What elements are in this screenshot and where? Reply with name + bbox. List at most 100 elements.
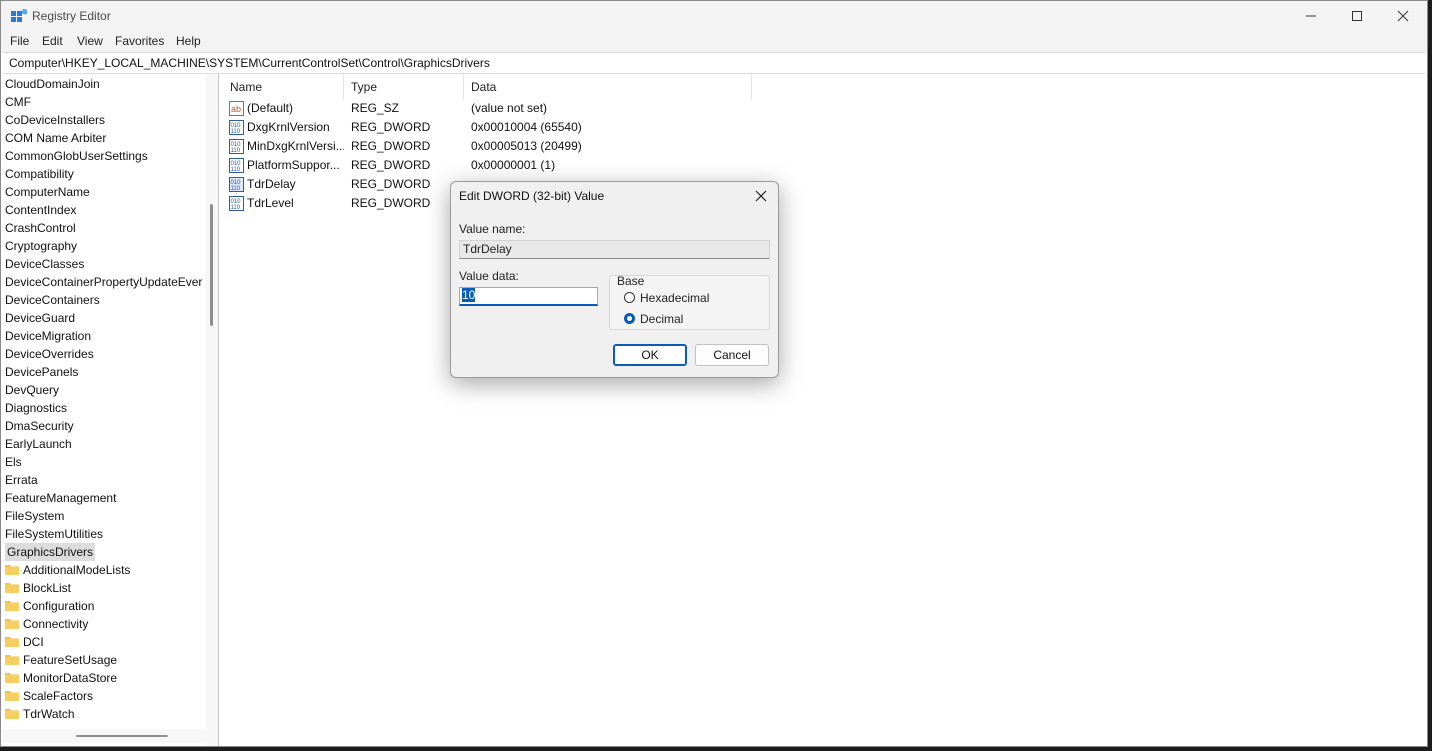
decimal-radio-option[interactable]: Decimal (624, 311, 764, 327)
value-name: (Default) (247, 101, 294, 115)
binary-value-icon: 010 110 (229, 120, 244, 135)
tree-item[interactable]: ComputerName (5, 183, 90, 201)
tree-item[interactable]: CMF (5, 93, 31, 111)
minimize-icon (1306, 15, 1316, 17)
address-bar[interactable]: Computer\HKEY_LOCAL_MACHINE\SYSTEM\Curre… (3, 52, 1425, 74)
tree-item[interactable]: ContentIndex (5, 201, 76, 219)
tree-horizontal-scroll-thumb[interactable] (76, 735, 168, 737)
menu-bar: File Edit View Favorites Help (1, 31, 1427, 52)
value-type: REG_DWORD (351, 120, 431, 134)
tree-item[interactable]: DeviceContainerPropertyUpdateEver (5, 273, 202, 291)
tree-child-label: TdrWatch (23, 707, 75, 721)
tree-item[interactable]: DeviceMigration (5, 327, 91, 345)
tree-item[interactable]: DeviceContainers (5, 291, 100, 309)
hexadecimal-radio-option[interactable]: Hexadecimal (624, 290, 764, 306)
tree-child-label: FeatureSetUsage (23, 653, 118, 667)
values-list-pane[interactable]: Name Type Data ab (Default) REG_SZ (valu… (223, 74, 1425, 746)
tree-item[interactable]: CommonGlobUserSettings (5, 147, 148, 165)
binary-value-icon: 010 110 (229, 177, 244, 192)
dialog-close-button[interactable] (750, 186, 772, 206)
tree-item[interactable]: DeviceClasses (5, 255, 84, 273)
value-row[interactable]: 010 110 PlatformSuppor... REG_DWORD 0x000… (223, 156, 823, 175)
tree-item[interactable]: DevicePanels (5, 363, 78, 381)
tree-child-item[interactable]: BlockList (5, 579, 71, 597)
tree-vertical-scrollbar[interactable] (206, 74, 218, 746)
tree-item[interactable]: CrashControl (5, 219, 76, 237)
tree-item[interactable]: Diagnostics (5, 399, 67, 417)
minimize-button[interactable] (1288, 1, 1334, 31)
tree-item[interactable]: COM Name Arbiter (5, 129, 106, 147)
value-name: DxgKrnlVersion (247, 120, 330, 134)
folder-icon (5, 580, 19, 593)
value-row[interactable]: 010 110 DxgKrnlVersion REG_DWORD 0x000100… (223, 118, 823, 137)
column-header-type[interactable]: Type (344, 74, 464, 100)
menu-view[interactable]: View (77, 34, 103, 48)
tree-item[interactable]: DmaSecurity (5, 417, 74, 435)
tree-item[interactable]: FileSystemUtilities (5, 525, 103, 543)
value-name: TdrDelay (247, 177, 296, 191)
menu-favorites[interactable]: Favorites (115, 34, 164, 48)
tree-item[interactable]: Errata (5, 471, 38, 489)
value-row[interactable]: 010 110 MinDxgKrnlVersi... REG_DWORD 0x00… (223, 137, 823, 156)
tree-item[interactable]: CloudDomainJoin (5, 75, 100, 93)
tree-item[interactable]: Cryptography (5, 237, 77, 255)
tree-horizontal-scrollbar[interactable] (3, 729, 206, 743)
value-data-input[interactable]: 10 (459, 287, 598, 306)
menu-help[interactable]: Help (176, 34, 201, 48)
folder-icon (5, 634, 19, 647)
folder-icon (5, 562, 19, 575)
svg-text:110: 110 (231, 167, 241, 173)
tree-item[interactable]: CoDeviceInstallers (5, 111, 105, 129)
tree-child-label: DCI (23, 635, 44, 649)
window-title: Registry Editor (32, 9, 111, 23)
value-row[interactable]: ab (Default) REG_SZ (value not set) (223, 99, 823, 118)
tree-child-item[interactable]: MonitorDataStore (5, 669, 117, 687)
tree-child-label: Connectivity (23, 617, 89, 631)
tree-child-item[interactable]: Configuration (5, 597, 94, 615)
maximize-button[interactable] (1334, 1, 1380, 31)
tree-item[interactable]: Els (5, 453, 22, 471)
svg-text:110: 110 (231, 129, 241, 135)
tree-child-item[interactable]: Connectivity (5, 615, 88, 633)
menu-edit[interactable]: Edit (42, 34, 63, 48)
menu-file[interactable]: File (10, 34, 29, 48)
ok-button[interactable]: OK (613, 344, 687, 366)
tree-item[interactable]: EarlyLaunch (5, 435, 72, 453)
maximize-icon (1352, 11, 1362, 21)
folder-icon (5, 706, 19, 719)
folder-icon (5, 688, 19, 701)
tree-child-item[interactable]: AdditionalModeLists (5, 561, 130, 579)
hexadecimal-radio[interactable] (624, 292, 635, 303)
tree-item-selected[interactable]: GraphicsDrivers (5, 543, 96, 561)
tree-item[interactable]: DevQuery (5, 381, 59, 399)
value-type: REG_SZ (351, 101, 400, 115)
close-icon (1397, 10, 1409, 22)
close-button[interactable] (1380, 1, 1426, 31)
svg-text:ab: ab (231, 104, 241, 114)
base-groupbox: Base Hexadecimal Decimal (609, 274, 770, 330)
folder-icon (5, 616, 19, 629)
decimal-label: Decimal (640, 312, 684, 326)
tree-item[interactable]: FileSystem (5, 507, 64, 525)
tree-item[interactable]: Compatibility (5, 165, 74, 183)
column-header-name[interactable]: Name (223, 74, 344, 100)
decimal-radio[interactable] (624, 313, 635, 324)
registry-editor-app-icon (11, 8, 28, 25)
tree-child-item[interactable]: TdrWatch (5, 705, 75, 723)
svg-text:110: 110 (231, 186, 241, 192)
tree-item[interactable]: DeviceOverrides (5, 345, 94, 363)
column-header-data[interactable]: Data (464, 74, 752, 100)
svg-text:110: 110 (231, 205, 241, 211)
tree-child-item[interactable]: DCI (5, 633, 44, 651)
tree-pane[interactable]: CloudDomainJoin CMF CoDeviceInstallers C… (3, 74, 219, 746)
tree-child-item[interactable]: FeatureSetUsage (5, 651, 117, 669)
tree-item[interactable]: FeatureManagement (5, 489, 116, 507)
folder-icon (5, 598, 19, 611)
value-data-text: 10 (462, 288, 476, 302)
tree-child-item[interactable]: ScaleFactors (5, 687, 93, 705)
value-type: REG_DWORD (351, 196, 431, 210)
tree-vertical-scroll-thumb[interactable] (210, 204, 213, 326)
tree-item[interactable]: DeviceGuard (5, 309, 75, 327)
tree-child-label: BlockList (23, 581, 72, 595)
cancel-button[interactable]: Cancel (695, 344, 769, 366)
